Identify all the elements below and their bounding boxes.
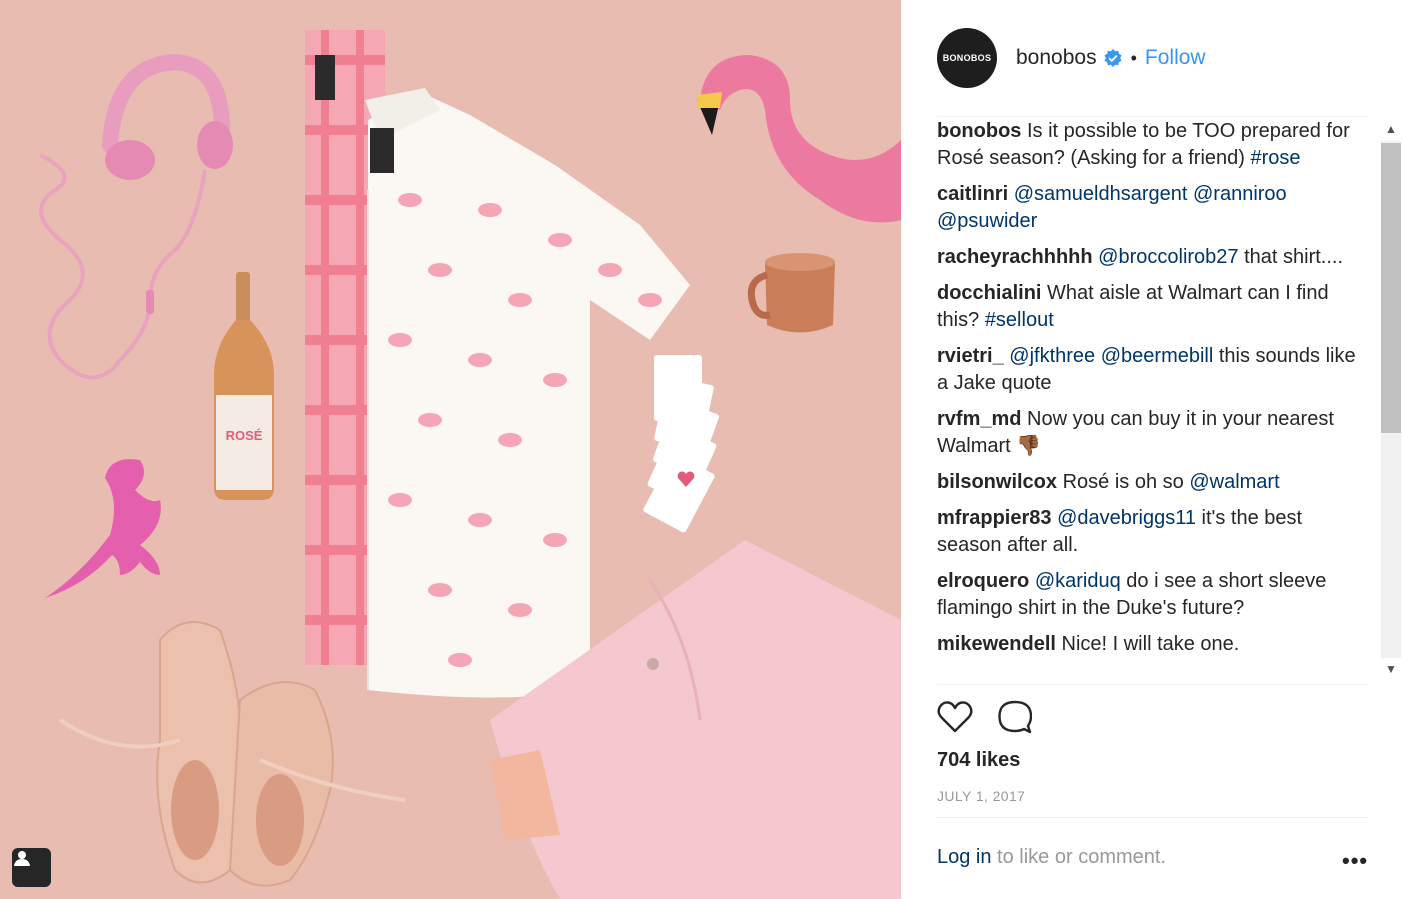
comment-mention-link[interactable]: @broccolirob27 <box>1098 246 1238 268</box>
comment-author[interactable]: rvfm_md <box>937 408 1021 430</box>
likes-count[interactable]: 704 likes <box>937 749 1020 772</box>
user-tag-icon <box>14 851 30 866</box>
comment-author[interactable]: elroquero <box>937 570 1029 592</box>
comment-item: mfrappier83 @davebriggs11 it's the best … <box>937 505 1357 559</box>
comment-author[interactable]: mfrappier83 <box>937 507 1052 529</box>
comment-item: rvietri_ @jfkthree @beermebill this soun… <box>937 343 1357 397</box>
scrollbar-thumb[interactable] <box>1381 143 1401 433</box>
comment-mention-link[interactable]: @ranniroo <box>1193 183 1287 205</box>
scroll-up-arrow-icon[interactable]: ▲ <box>1380 120 1402 138</box>
comment-mention-link[interactable]: @jfkthree <box>1009 345 1095 367</box>
comment-mention-link[interactable]: @davebriggs11 <box>1057 507 1196 529</box>
footer-divider <box>937 817 1368 818</box>
comment-item: bilsonwilcox Rosé is oh so @walmart <box>937 469 1357 496</box>
comment-mention-link[interactable]: @kariduq <box>1035 570 1121 592</box>
follow-button[interactable]: Follow <box>1145 46 1206 70</box>
comment-mention-link[interactable]: @samueldhsargent <box>1014 183 1188 205</box>
comment-item: elroquero @kariduq do i see a short slee… <box>937 568 1357 622</box>
comment-author[interactable]: bonobos <box>937 120 1021 142</box>
comment-mention-link[interactable]: @walmart <box>1189 471 1279 493</box>
comment-author[interactable]: caitlinri <box>937 183 1008 205</box>
post-date[interactable]: JULY 1, 2017 <box>937 788 1025 804</box>
more-options-icon[interactable]: ••• <box>1342 848 1368 874</box>
avatar-text: BONOBOS <box>942 53 992 63</box>
comment-author[interactable]: docchialini <box>937 282 1041 304</box>
comment-item: docchialini What aisle at Walmart can I … <box>937 280 1357 334</box>
comment-mention-link[interactable]: #sellout <box>985 309 1054 331</box>
login-link[interactable]: Log in <box>937 846 992 868</box>
scroll-down-arrow-icon[interactable]: ▼ <box>1380 660 1402 678</box>
login-prompt: Log in to like or comment. <box>937 846 1166 869</box>
like-button[interactable] <box>937 700 973 734</box>
user-tag-button[interactable] <box>12 848 51 887</box>
comment-mention-link[interactable]: #rose <box>1251 147 1301 169</box>
comments-list[interactable]: bonobos Is it possible to be TOO prepare… <box>937 118 1377 684</box>
comment-item: racheyrachhhhh @broccolirob27 that shirt… <box>937 244 1357 271</box>
comment-text: that shirt.... <box>1238 246 1344 268</box>
login-prompt-text: to like or comment. <box>991 846 1167 868</box>
verified-badge-icon <box>1104 49 1122 67</box>
comment-item: bonobos Is it possible to be TOO prepare… <box>937 118 1357 172</box>
comment-item: rvfm_md Now you can buy it in your neare… <box>937 406 1357 460</box>
comment-mention-link[interactable]: @psuwider <box>937 210 1037 232</box>
comments-divider <box>937 684 1368 685</box>
post-photo: ROSÉ <box>0 0 901 899</box>
wine-label-text: ROSÉ <box>226 428 263 443</box>
flat-lay-illustration: ROSÉ <box>0 0 901 899</box>
username[interactable]: bonobos <box>1016 46 1097 70</box>
comment-text: Nice! I will take one. <box>1061 633 1240 655</box>
comment-author[interactable]: bilsonwilcox <box>937 471 1057 493</box>
comment-item: mikewendell Nice! I will take one. <box>937 631 1357 658</box>
avatar[interactable]: BONOBOS <box>937 28 997 88</box>
comment-text: Rosé is oh so <box>1062 471 1190 493</box>
post-sidebar: BONOBOS bonobos • Follow bonobos Is it p… <box>901 0 1403 899</box>
comment-button[interactable] <box>998 700 1032 734</box>
action-bar <box>937 700 1032 734</box>
separator-dot: • <box>1130 47 1137 68</box>
heart-icon <box>937 701 973 733</box>
comment-text: 👎🏾 <box>1016 435 1042 457</box>
comment-bubble-icon <box>998 700 1032 734</box>
comment-author[interactable]: rvietri_ <box>937 345 1004 367</box>
comment-mention-link[interactable]: @beermebill <box>1101 345 1214 367</box>
comment-item: caitlinri @samueldhsargent @ranniroo @ps… <box>937 181 1357 235</box>
header-divider <box>937 116 1368 117</box>
comment-author[interactable]: racheyrachhhhh <box>937 246 1093 268</box>
comment-author[interactable]: mikewendell <box>937 633 1056 655</box>
post-header: BONOBOS bonobos • Follow <box>937 27 1206 89</box>
